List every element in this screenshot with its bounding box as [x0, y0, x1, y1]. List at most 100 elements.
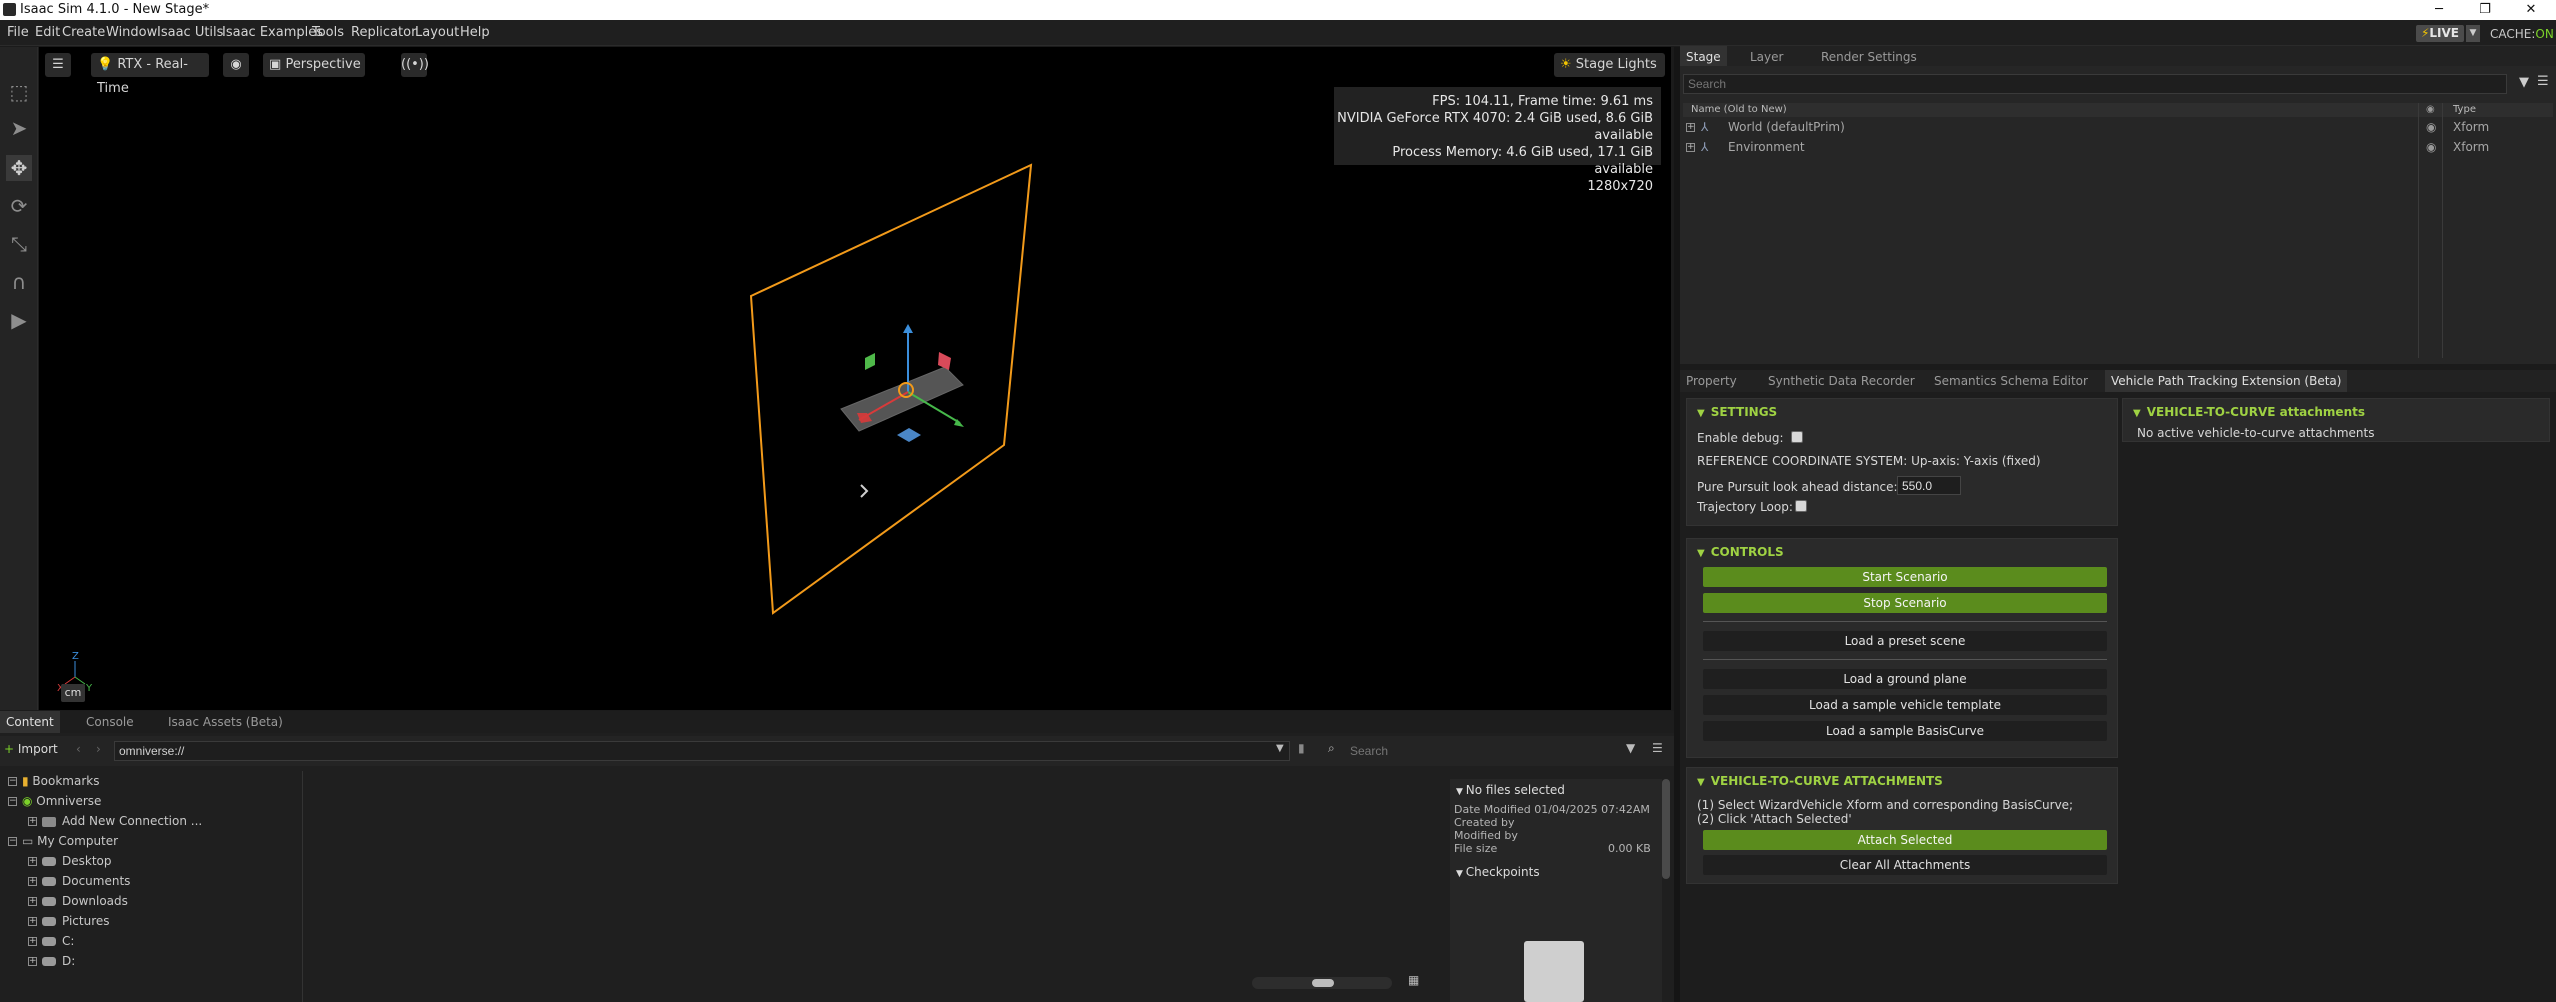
- select-icon[interactable]: ⬚: [6, 79, 32, 105]
- maximize-button[interactable]: ❐: [2462, 0, 2508, 20]
- tab-property[interactable]: Property: [1680, 370, 1743, 392]
- load-vehicle-template-button[interactable]: Load a sample vehicle template: [1703, 695, 2107, 715]
- visibility-icon[interactable]: ◉: [2426, 103, 2435, 117]
- expand-icon[interactable]: +: [28, 937, 37, 946]
- scrollbar[interactable]: [1662, 779, 1670, 879]
- tab-stage[interactable]: Stage: [1680, 46, 1727, 68]
- play-icon[interactable]: ▶: [6, 307, 32, 333]
- tree-item-documents[interactable]: + Documents: [28, 871, 130, 891]
- close-button[interactable]: ✕: [2508, 0, 2554, 20]
- collapse-icon[interactable]: −: [8, 837, 17, 846]
- tab-layer[interactable]: Layer: [1744, 46, 1789, 68]
- expand-icon[interactable]: +: [28, 897, 37, 906]
- expand-icon[interactable]: +: [28, 877, 37, 886]
- tree-item-c-drive[interactable]: + C:: [28, 931, 74, 951]
- menu-isaac-examples[interactable]: Isaac Examples: [222, 25, 323, 40]
- menu-layout[interactable]: Layout: [415, 25, 459, 40]
- column-type-header[interactable]: Type: [2453, 103, 2476, 117]
- expand-icon[interactable]: +: [28, 817, 37, 826]
- scale-icon[interactable]: ⤡: [6, 231, 32, 257]
- expand-icon[interactable]: +: [28, 917, 37, 926]
- tree-item-omniverse[interactable]: − ◉ Omniverse: [8, 791, 101, 811]
- menu-icon[interactable]: ☰: [2537, 74, 2549, 89]
- trajectory-loop-checkbox[interactable]: [1795, 500, 1807, 512]
- pointer-icon[interactable]: ➤: [6, 115, 32, 141]
- units-badge[interactable]: cm: [61, 684, 85, 702]
- visibility-icon[interactable]: ◉: [2426, 137, 2436, 157]
- gizmo-plane-green[interactable]: [865, 353, 875, 370]
- stage-row-environment[interactable]: + ⅄ Environment ◉ Xform: [1683, 137, 2553, 157]
- attachments-header[interactable]: ▼ VEHICLE-TO-CURVE ATTACHMENTS: [1697, 774, 1943, 788]
- tab-render-settings[interactable]: Render Settings: [1815, 46, 1923, 68]
- clear-attachments-button[interactable]: Clear All Attachments: [1703, 855, 2107, 875]
- filter-icon[interactable]: ▼: [2519, 75, 2529, 90]
- tree-item-my-computer[interactable]: − ▭ My Computer: [8, 831, 118, 851]
- tab-console[interactable]: Console: [80, 711, 140, 733]
- visibility-icon[interactable]: ◉: [2426, 117, 2436, 137]
- rotate-icon[interactable]: ⟳: [6, 193, 32, 219]
- lookahead-input[interactable]: [1897, 476, 1961, 495]
- menu-window[interactable]: Window: [106, 25, 157, 40]
- content-search-input[interactable]: [1346, 741, 1626, 761]
- attach-selected-button[interactable]: Attach Selected: [1703, 830, 2107, 850]
- settings-header[interactable]: ▼ SETTINGS: [1697, 405, 1777, 419]
- filter-icon[interactable]: ▼: [1626, 741, 1635, 755]
- load-ground-plane-button[interactable]: Load a ground plane: [1703, 669, 2107, 689]
- tree-item-d-drive[interactable]: + D:: [28, 951, 75, 971]
- tab-semantics-schema-editor[interactable]: Semantics Schema Editor: [1928, 370, 2094, 392]
- collapse-icon[interactable]: −: [8, 777, 17, 786]
- gizmo-y-arrow[interactable]: [903, 324, 913, 333]
- load-preset-scene-button[interactable]: Load a preset scene: [1703, 631, 2107, 651]
- tab-content[interactable]: Content: [0, 711, 60, 733]
- tab-isaac-assets[interactable]: Isaac Assets (Beta): [162, 711, 289, 733]
- menu-tools[interactable]: Tools: [312, 25, 344, 40]
- stop-scenario-button[interactable]: Stop Scenario: [1703, 593, 2107, 613]
- expand-icon[interactable]: +: [1686, 143, 1695, 152]
- forward-icon[interactable]: ›: [96, 742, 101, 756]
- menu-isaac-utils[interactable]: Isaac Utils: [157, 25, 223, 40]
- menu-edit[interactable]: Edit: [35, 25, 60, 40]
- zoom-slider-thumb[interactable]: [1312, 979, 1334, 987]
- column-name-header[interactable]: Name (Old to New): [1691, 103, 1787, 117]
- menu-icon[interactable]: ☰: [1652, 741, 1663, 755]
- scene-canvas[interactable]: Z X Y: [39, 47, 1671, 710]
- live-toggle[interactable]: ⚡LIVE: [2416, 25, 2464, 42]
- tree-item-downloads[interactable]: + Downloads: [28, 891, 128, 911]
- tab-vehicle-path-tracking[interactable]: Vehicle Path Tracking Extension (Beta): [2105, 370, 2348, 392]
- enable-debug-checkbox[interactable]: [1791, 431, 1803, 443]
- stage-search-input[interactable]: [1683, 74, 2507, 94]
- path-input[interactable]: [114, 741, 1290, 761]
- expand-icon[interactable]: +: [1686, 123, 1695, 132]
- controls-header[interactable]: ▼ CONTROLS: [1697, 545, 1784, 559]
- tab-synthetic-data-recorder[interactable]: Synthetic Data Recorder: [1762, 370, 1921, 392]
- tree-item-pictures[interactable]: + Pictures: [28, 911, 110, 931]
- viewport[interactable]: ☰ 💡 RTX - Real-Time ◉ ▣ Perspective ((•)…: [39, 47, 1671, 710]
- back-icon[interactable]: ‹: [76, 742, 81, 756]
- file-grid[interactable]: ▦: [304, 771, 1446, 1002]
- import-button[interactable]: + Import: [4, 742, 58, 756]
- snap-magnet-icon[interactable]: ∩: [6, 269, 32, 295]
- grid-view-icon[interactable]: ▦: [1408, 973, 1419, 987]
- bookmark-icon[interactable]: ▮: [1298, 741, 1305, 755]
- menu-help[interactable]: Help: [460, 25, 490, 40]
- expand-icon[interactable]: +: [28, 857, 37, 866]
- minimize-button[interactable]: ─: [2416, 0, 2462, 20]
- checkpoints-header[interactable]: ▼ Checkpoints: [1456, 865, 1540, 879]
- move-icon[interactable]: ✥: [6, 155, 32, 181]
- live-dropdown-icon[interactable]: ▼: [2466, 25, 2480, 42]
- collapse-icon[interactable]: −: [8, 797, 17, 806]
- vehicle-body[interactable]: [840, 366, 964, 432]
- gizmo-plane-blue[interactable]: [897, 428, 921, 442]
- gizmo-plane-red[interactable]: [938, 352, 951, 370]
- load-basis-curve-button[interactable]: Load a sample BasisCurve: [1703, 721, 2107, 741]
- menu-file[interactable]: File: [7, 25, 29, 40]
- menu-create[interactable]: Create: [62, 25, 105, 40]
- no-files-title[interactable]: ▼ No files selected: [1456, 783, 1565, 797]
- cache-status[interactable]: CACHE:ON: [2490, 27, 2554, 41]
- tree-item-add-connection[interactable]: + Add New Connection ...: [28, 811, 202, 831]
- stage-row-world[interactable]: + ⅄ World (defaultPrim) ◉ Xform: [1683, 117, 2553, 137]
- zoom-slider[interactable]: [1252, 977, 1392, 989]
- active-attachments-header[interactable]: ▼ VEHICLE-TO-CURVE attachments: [2133, 405, 2365, 419]
- expand-icon[interactable]: +: [28, 957, 37, 966]
- tree-item-desktop[interactable]: + Desktop: [28, 851, 112, 871]
